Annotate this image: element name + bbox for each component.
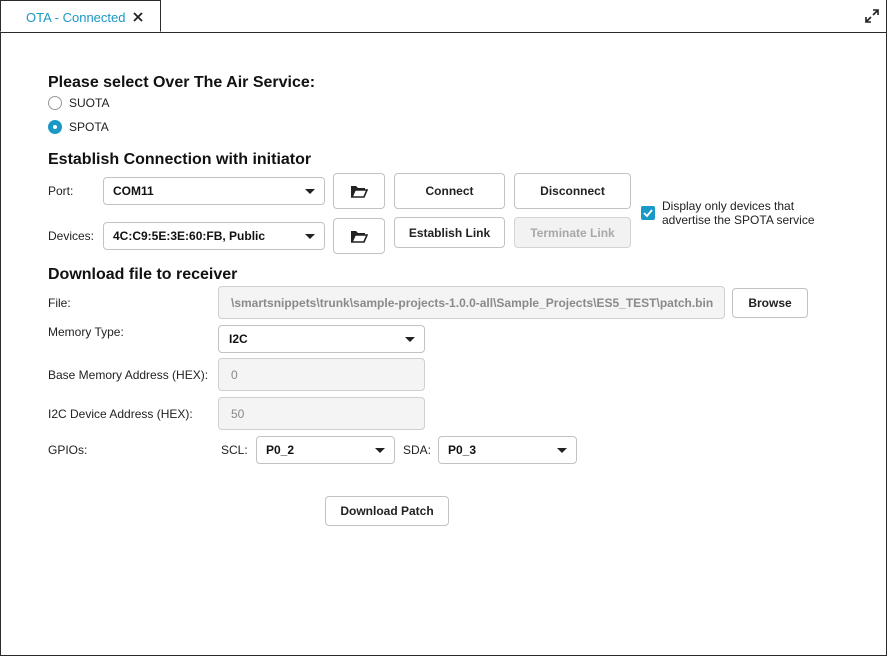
close-icon[interactable] <box>132 10 144 24</box>
radio-spota-label: SPOTA <box>69 120 109 134</box>
chevron-down-icon <box>305 234 315 239</box>
checkmark-icon <box>643 209 653 218</box>
folder-icon <box>350 231 368 243</box>
scl-value: P0_2 <box>266 443 295 457</box>
sda-label: SDA: <box>403 443 432 457</box>
folder-icon <box>350 186 368 198</box>
port-select[interactable]: COM11 <box>103 177 325 205</box>
devices-value: 4C:C9:5E:3E:60:FB, Public <box>113 229 266 243</box>
radio-spota-button[interactable] <box>48 120 62 134</box>
devices-label: Devices: <box>48 229 95 243</box>
terminate-link-button[interactable]: Terminate Link <box>514 217 631 248</box>
service-heading: Please select Over The Air Service: <box>48 74 316 91</box>
tab-ota[interactable]: OTA - Connected <box>0 0 161 32</box>
sda-select[interactable]: P0_3 <box>438 436 577 464</box>
radio-suota-button[interactable] <box>48 96 62 110</box>
scl-label: SCL: <box>221 443 248 457</box>
file-path-field[interactable]: \smartsnippets\trunk\sample-projects-1.0… <box>218 286 725 319</box>
devices-select[interactable]: 4C:C9:5E:3E:60:FB, Public <box>103 222 325 250</box>
maximize-icon[interactable] <box>864 8 880 24</box>
port-value: COM11 <box>113 184 154 198</box>
chevron-down-icon <box>305 189 315 194</box>
tab-title: OTA - Connected <box>26 10 126 25</box>
connection-heading: Establish Connection with initiator <box>48 151 312 168</box>
chevron-down-icon <box>405 337 415 342</box>
radio-suota-label: SUOTA <box>69 96 110 110</box>
gpios-label: GPIOs: <box>48 443 88 457</box>
download-heading: Download file to receiver <box>48 266 238 283</box>
spota-filter-label-line2: advertise the SPOTA service <box>662 213 815 227</box>
i2c-address-label: I2C Device Address (HEX): <box>48 407 193 421</box>
disconnect-button[interactable]: Disconnect <box>514 173 631 209</box>
tab-bar: OTA - Connected <box>0 0 887 33</box>
port-open-button[interactable] <box>333 173 385 209</box>
memory-type-select[interactable]: I2C <box>218 325 425 353</box>
chevron-down-icon <box>375 448 385 453</box>
i2c-address-field[interactable]: 50 <box>218 397 425 430</box>
connect-button[interactable]: Connect <box>394 173 505 209</box>
chevron-down-icon <box>557 448 567 453</box>
devices-open-button[interactable] <box>333 218 385 254</box>
radio-suota[interactable]: SUOTA <box>47 95 167 111</box>
base-address-label: Base Memory Address (HEX): <box>48 368 209 382</box>
port-label: Port: <box>48 184 74 198</box>
scl-select[interactable]: P0_2 <box>256 436 395 464</box>
radio-spota[interactable]: SPOTA <box>47 119 167 135</box>
memory-type-label: Memory Type: <box>48 325 124 339</box>
spota-filter-checkbox[interactable] <box>641 206 655 220</box>
spota-filter-label-line1: Display only devices that <box>662 199 795 213</box>
sda-value: P0_3 <box>448 443 477 457</box>
download-patch-button[interactable]: Download Patch <box>325 496 449 526</box>
file-label: File: <box>48 296 71 310</box>
browse-button[interactable]: Browse <box>732 288 808 318</box>
memory-type-value: I2C <box>229 332 248 346</box>
base-address-field[interactable]: 0 <box>218 358 425 391</box>
establish-link-button[interactable]: Establish Link <box>394 217 505 248</box>
